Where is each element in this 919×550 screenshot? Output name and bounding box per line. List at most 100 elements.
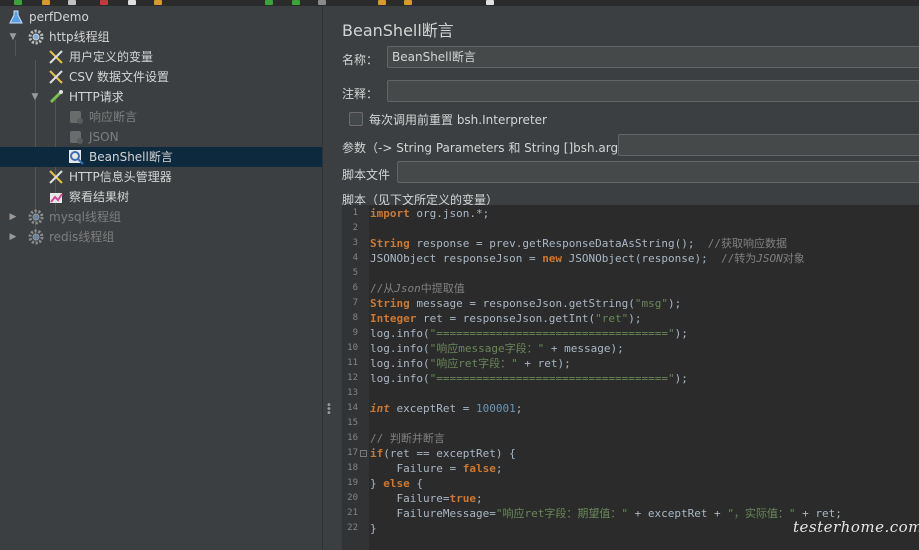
code-text: if(ret == exceptRet) { (370, 446, 516, 461)
code-token: new (542, 252, 563, 265)
line-number: 8 (352, 313, 358, 323)
toolbar-icon[interactable] (404, 0, 412, 5)
toolbar-icon[interactable] (292, 0, 300, 5)
assertion-icon (68, 129, 84, 145)
code-text: Integer ret = responseJson.getInt("ret")… (370, 311, 642, 326)
code-line: 1 import org.json.*; (342, 206, 919, 221)
tree-item[interactable]: 察看结果树 (0, 187, 322, 207)
code-line: 5 (342, 266, 919, 281)
code-token: 中提取值 (420, 282, 465, 295)
code-token: true (449, 492, 476, 505)
toolbar-icon[interactable] (154, 0, 162, 5)
tree-item[interactable]: ▶ mysql线程组 (0, 207, 322, 227)
line-number: 4 (352, 253, 358, 263)
tree-item-label: mysql线程组 (49, 210, 121, 224)
code-token: Failure= (370, 492, 450, 505)
caret-right-icon[interactable]: ▶ (8, 207, 18, 227)
toolbar-icon[interactable] (14, 0, 22, 5)
line-number: 13 (347, 388, 358, 398)
line-number: 1 (352, 208, 358, 218)
line-number: 9 (352, 328, 358, 338)
code-token: ; (495, 462, 503, 475)
code-token: "ret" (595, 312, 629, 325)
code-token: "，实际值：" (727, 507, 796, 520)
code-token: int (370, 402, 390, 415)
parameters-input[interactable] (618, 134, 919, 156)
code-text: log.info("响应message字段：" + message); (370, 341, 624, 356)
script-file-label: 脚本文件 (342, 168, 391, 182)
toolbar-icon[interactable] (128, 0, 136, 5)
toolbar-icon[interactable] (486, 0, 494, 5)
code-text: String message = responseJson.getString(… (370, 296, 681, 311)
code-token: } (370, 522, 377, 535)
code-text: Failure=true; (370, 491, 482, 506)
code-token: JSONObject(response); (562, 252, 722, 265)
code-token: { (409, 477, 423, 490)
code-token: exceptRet = (389, 402, 476, 415)
code-line: 15 (342, 416, 919, 431)
code-text: log.info("响应ret字段：" + ret); (370, 356, 571, 371)
caret-down-icon[interactable]: ▼ (8, 27, 18, 47)
toolbar-icon[interactable] (68, 0, 76, 5)
code-line: 2 (342, 221, 919, 236)
flask-icon (8, 9, 24, 25)
caret-down-icon[interactable]: ▼ (30, 87, 40, 107)
code-token: //从 (370, 282, 395, 295)
code-token: ret = responseJson.getInt( (416, 312, 596, 325)
line-number: 22 (347, 523, 358, 533)
comment-label: 注释： (342, 87, 379, 101)
reset-interpreter-checkbox[interactable] (349, 112, 363, 126)
code-token: FailureMessage= (370, 507, 496, 520)
tree-item[interactable]: ▶ redis线程组 (0, 227, 322, 247)
script-file-input[interactable] (397, 161, 919, 183)
script-editor[interactable]: 1 import org.json.*; 2 3 String response = p… (342, 205, 919, 550)
fold-toggle-icon[interactable]: - (360, 450, 367, 457)
tools-icon (48, 169, 64, 185)
code-text: String response = prev.getResponseDataAs… (370, 236, 787, 251)
caret-right-icon[interactable]: ▶ (8, 227, 18, 247)
pipette-icon (48, 89, 64, 105)
tree-item[interactable]: 用户定义的变量 (0, 47, 322, 67)
line-number: 17 (347, 448, 358, 458)
code-token: 100001 (475, 402, 516, 415)
tree-item[interactable]: 响应断言 (0, 107, 322, 127)
line-number: 6 (352, 283, 358, 293)
code-text: log.info("==============================… (370, 326, 688, 341)
tools-icon (48, 69, 64, 85)
code-line: 17- if(ret == exceptRet) { (342, 446, 919, 461)
parameters-label: 参数（-> String Parameters 和 String []bsh.a… (342, 141, 637, 155)
code-token: "msg" (634, 297, 669, 310)
code-text: // 判断并断言 (370, 431, 445, 446)
toolbar-icon[interactable] (378, 0, 386, 5)
name-input[interactable]: BeanShell断言 (387, 46, 919, 68)
tree-item[interactable]: JSON (0, 127, 322, 147)
code-text: //从Json中提取值 (370, 281, 465, 296)
code-text: } (370, 521, 377, 536)
toolbar-icon[interactable] (42, 0, 50, 5)
watermark: testerhome.com (793, 518, 919, 536)
tree-item[interactable]: BeanShell断言 (0, 147, 322, 167)
tree-item[interactable]: HTTP信息头管理器 (0, 167, 322, 187)
toolbar-icon[interactable] (318, 0, 326, 5)
code-token: String (370, 297, 410, 310)
code-text: int exceptRet = 100001; (370, 401, 522, 416)
tree-item[interactable]: CSV 数据文件设置 (0, 67, 322, 87)
code-token: log.info( (370, 327, 430, 340)
tree-item[interactable]: perfDemo (0, 7, 322, 27)
code-token: //获取响应数据 (707, 237, 788, 250)
tree-item[interactable]: ▼ HTTP请求 (0, 87, 322, 107)
code-token: ; (515, 402, 523, 415)
line-number: 16 (347, 433, 358, 443)
toolbar-icon[interactable] (265, 0, 273, 5)
code-token: (ret == exceptRet) { (383, 447, 516, 460)
comment-input[interactable] (387, 80, 919, 102)
toolbar-icon[interactable] (100, 0, 108, 5)
line-number: 21 (347, 508, 358, 518)
code-token: response = prev.getResponseDataAsString(… (409, 237, 708, 250)
tree-item-label: http线程组 (49, 30, 110, 44)
line-number: 15 (347, 418, 358, 428)
code-text: log.info("==============================… (370, 371, 688, 386)
code-line: 13 (342, 386, 919, 401)
tree-item[interactable]: ▼ http线程组 (0, 27, 322, 47)
gear-icon (28, 209, 44, 225)
